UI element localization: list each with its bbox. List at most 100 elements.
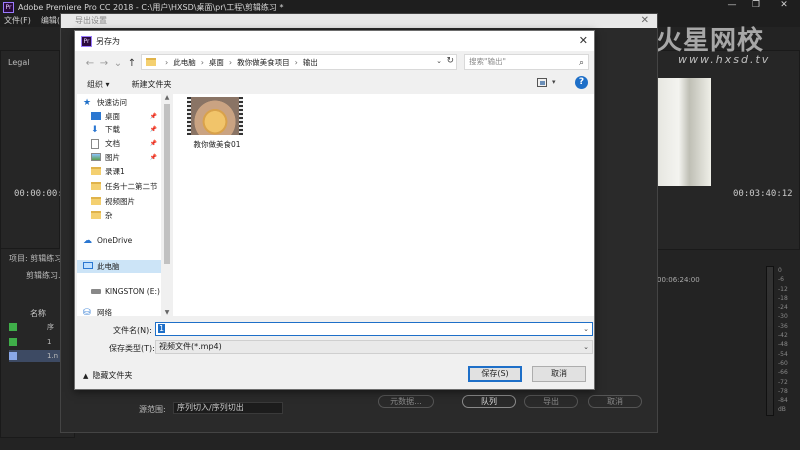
nav-item-label: OneDrive [97, 236, 133, 245]
breadcrumb-item[interactable]: 教你做美食项目 [237, 57, 290, 68]
nav-item-label: 快速访问 [97, 98, 127, 107]
folder-icon [91, 211, 101, 220]
video-thumbnail [191, 97, 239, 135]
meter-label: -60 [778, 359, 788, 367]
navigation-scrollbar[interactable]: ▲ ▼ [162, 94, 172, 316]
dialog-close-icon[interactable]: ✕ [579, 34, 588, 47]
save-button[interactable]: 保存(S) [468, 366, 522, 382]
nav-item[interactable]: ☁ OneDrive [77, 234, 161, 247]
nav-item-label: 图片 [105, 153, 120, 162]
meter-label: -78 [778, 387, 788, 395]
desktop-icon [91, 112, 101, 121]
meter-label: 0 [778, 267, 782, 274]
folder-icon [91, 197, 101, 206]
breadcrumb-item[interactable]: 输出 [303, 57, 318, 68]
address-bar[interactable]: › 此电脑 › 桌面 › 教你做美食项目 › 输出 ⌄ ↻ [141, 54, 457, 70]
export-cancel-button[interactable]: 取消 [588, 395, 642, 408]
breadcrumb-item[interactable]: 桌面 [209, 57, 224, 68]
pin-icon: 📌 [149, 140, 157, 147]
help-icon[interactable]: ? [575, 76, 588, 89]
nav-item[interactable]: KINGSTON (E:) [77, 285, 161, 298]
search-input[interactable]: 搜索"输出" ⌕ [464, 54, 589, 70]
watermark-url: www.hxsd.tv [678, 53, 771, 66]
meter-label: -12 [778, 285, 788, 293]
dialog-toolbar: 组织 ▾ 新建文件夹 ▾ ? [75, 75, 594, 93]
filename-dropdown-icon[interactable]: ⌄ [583, 323, 589, 335]
search-icon[interactable]: ⌕ [579, 56, 584, 70]
nav-item[interactable]: 杂 [77, 209, 161, 222]
view-dropdown-icon[interactable]: ▾ [552, 78, 556, 86]
new-folder-button[interactable]: 新建文件夹 [132, 79, 172, 90]
nav-item[interactable]: 文档 📌 [77, 137, 161, 150]
premiere-logo-icon: Pr [3, 1, 14, 13]
hide-folders-toggle[interactable]: ▲ 隐藏文件夹 [83, 370, 132, 381]
source-panel [0, 50, 60, 250]
organize-button[interactable]: 组织 ▾ [87, 79, 110, 90]
export-button[interactable]: 导出 [524, 395, 578, 408]
computer-icon [83, 262, 93, 271]
file-name: 教你做美食01 [193, 140, 241, 149]
video-file-icon [187, 97, 243, 135]
picture-icon [91, 153, 101, 162]
meter-label: -30 [778, 313, 788, 321]
meter-label: -66 [778, 369, 788, 377]
project-tab[interactable]: 项目: 剪辑练习 [9, 253, 62, 264]
timeline-timecode: 00:06:24:00 [657, 276, 700, 284]
cancel-button[interactable]: 取消 [532, 366, 586, 382]
nav-item[interactable]: 任务十二第二节 [77, 180, 161, 193]
nav-item[interactable]: 图片 📌 [77, 151, 161, 164]
back-arrow-icon[interactable]: ← [83, 58, 97, 69]
download-icon: ⬇ [91, 125, 99, 135]
export-close-icon[interactable]: ✕ [641, 15, 649, 26]
pin-icon: 📌 [149, 154, 157, 161]
file-list: 教你做美食01 [173, 94, 594, 316]
filename-input[interactable]: 1 ⌄ [155, 322, 593, 336]
close-icon[interactable]: ✕ [774, 0, 794, 10]
menu-file[interactable]: 文件(F) [4, 15, 31, 26]
recent-locations-icon[interactable]: ⌄ [111, 58, 125, 69]
nav-item[interactable]: ★ 快速访问 [77, 96, 161, 109]
queue-button[interactable]: 队列 [462, 395, 516, 408]
meter-label: dB [778, 406, 786, 414]
nav-item[interactable]: 此电脑 [77, 260, 161, 273]
name-column-header[interactable]: 名称 [30, 308, 46, 319]
navigation-pane: ★ 快速访问 桌面 📌 ⬇ 下载 📌 文档 📌 图片 📌 录课1 任务十二第二节 视频图片杂 ☁ OneDri… [77, 94, 161, 319]
nav-item-label: 下载 [105, 125, 120, 134]
view-options-icon[interactable] [537, 78, 547, 87]
source-tab[interactable]: Legal [8, 58, 29, 67]
refresh-icon[interactable]: ↻ [446, 56, 454, 66]
nav-item-label: 录课1 [105, 167, 125, 176]
nav-item[interactable]: 录课1 [77, 165, 161, 178]
filename-value: 1 [158, 324, 166, 333]
maximize-icon[interactable]: ❐ [746, 0, 766, 10]
export-settings-title: 导出设置 [61, 14, 657, 28]
filetype-select[interactable]: 视频文件(*.mp4) ⌄ [155, 340, 593, 354]
audio-meter [766, 266, 774, 416]
app-title-bar: Pr Adobe Premiere Pro CC 2018 - C:\用户\HX… [0, 0, 800, 14]
metadata-button[interactable]: 元数据... [378, 395, 434, 408]
label-color [9, 352, 17, 360]
nav-item[interactable]: 视频图片 [77, 195, 161, 208]
source-range-select[interactable]: 序列切入/序列切出 [173, 402, 283, 414]
network-icon: ⛁ [83, 308, 91, 318]
nav-item-label: KINGSTON (E:) [105, 287, 160, 296]
filetype-dropdown-icon[interactable]: ⌄ [583, 341, 589, 353]
meter-label: -18 [778, 294, 788, 302]
meter-label: -24 [778, 304, 788, 312]
project-item-label: 序 [47, 323, 54, 331]
up-arrow-icon[interactable]: ↑ [125, 58, 139, 69]
label-color [9, 323, 17, 331]
nav-item-label: 网络 [97, 308, 112, 317]
breadcrumb-item[interactable]: 此电脑 [173, 57, 196, 68]
nav-item-label: 此电脑 [97, 262, 120, 271]
nav-item[interactable]: 桌面 📌 [77, 110, 161, 123]
nav-item[interactable]: ⬇ 下载 📌 [77, 123, 161, 136]
forward-arrow-icon[interactable]: → [97, 58, 111, 69]
meter-label: -72 [778, 378, 788, 386]
scrollbar-thumb[interactable] [164, 104, 170, 264]
minimize-icon[interactable]: — [722, 0, 742, 10]
file-item[interactable]: 教你做美食01 [187, 97, 255, 150]
nav-item[interactable]: ⛁ 网络 [77, 306, 161, 319]
meter-label: -6 [778, 276, 784, 284]
address-dropdown-icon[interactable]: ⌄ [436, 57, 442, 65]
